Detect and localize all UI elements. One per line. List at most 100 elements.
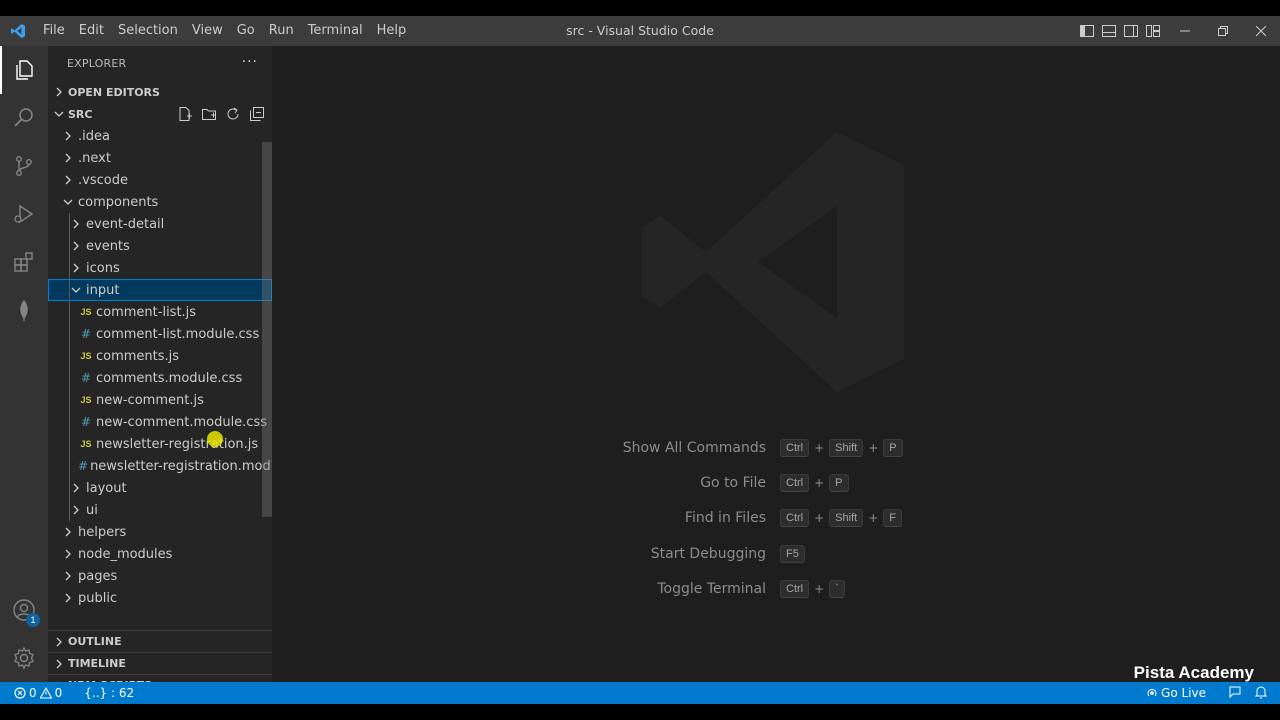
shortcut-label[interactable]: Find in Files: [532, 510, 780, 526]
restore-icon[interactable]: [1204, 16, 1242, 46]
menu-help[interactable]: Help: [370, 16, 414, 46]
keybinding: Ctrl + Shift + F: [780, 509, 902, 528]
section-outline[interactable]: OUTLINE: [48, 630, 272, 652]
toggle-panel-icon[interactable]: [1100, 22, 1118, 40]
minimize-icon[interactable]: [1166, 16, 1204, 46]
tree-folder[interactable]: ui: [48, 499, 272, 521]
collapse-all-icon[interactable]: [248, 105, 266, 123]
run-debug-icon[interactable]: [0, 190, 48, 238]
feedback-icon[interactable]: [1228, 685, 1242, 702]
css-file-icon: #: [78, 459, 89, 473]
explorer-sidebar: EXPLORER ··· OPEN EDITORS SRC .idea .next…: [48, 46, 283, 692]
key-cap: Ctrl: [780, 509, 810, 528]
refresh-icon[interactable]: [224, 105, 242, 123]
chevron-right-icon: [60, 153, 76, 163]
manage-gear-icon[interactable]: [0, 634, 48, 682]
shortcut-row: Toggle Terminal Ctrl + `: [532, 571, 1032, 606]
tree-item-label: .next: [78, 150, 111, 166]
src-section[interactable]: SRC: [48, 103, 272, 125]
tree-folder[interactable]: .next: [48, 147, 272, 169]
tree-folder[interactable]: input: [48, 279, 272, 301]
tree-file[interactable]: JS comment-list.js: [48, 301, 272, 323]
tree-item-label: comments.js: [96, 348, 180, 364]
shortcut-label[interactable]: Start Debugging: [532, 546, 780, 562]
tree-file[interactable]: JS comments.js: [48, 345, 272, 367]
toggle-secondary-sidebar-icon[interactable]: [1122, 22, 1140, 40]
customize-layout-icon[interactable]: [1144, 22, 1162, 40]
vscode-window: File Edit Selection View Go Run Terminal Help s…: [0, 16, 1280, 704]
key-plus: +: [868, 511, 879, 526]
search-icon[interactable]: [0, 94, 48, 142]
keybinding: Ctrl + Shift + P: [780, 438, 903, 457]
broadcast-icon: [1147, 688, 1157, 697]
chevron-right-icon: [60, 549, 76, 559]
indent-guide: [69, 499, 70, 521]
shortcut-label[interactable]: Go to File: [532, 475, 780, 491]
status-bar: 0 0 {..} : 62 Go Live: [0, 682, 1280, 704]
menu-terminal[interactable]: Terminal: [301, 16, 370, 46]
tree-file[interactable]: JS new-comment.js: [48, 389, 272, 411]
chevron-down-icon: [68, 286, 84, 294]
tree-folder[interactable]: public: [48, 587, 272, 609]
tree-item-label: helpers: [78, 524, 127, 540]
indent-guide: [69, 411, 70, 433]
explorer-scrollbar[interactable]: [262, 142, 272, 517]
open-editors-section[interactable]: OPEN EDITORS: [48, 81, 272, 103]
new-folder-icon[interactable]: [200, 105, 218, 123]
tree-folder[interactable]: components: [48, 191, 272, 213]
more-actions-icon[interactable]: ···: [242, 54, 258, 70]
tree-file[interactable]: # comment-list.module.css: [48, 323, 272, 345]
menu-bar: File Edit Selection View Go Run Terminal Help: [36, 16, 413, 46]
tree-folder[interactable]: .vscode: [48, 169, 272, 191]
tree-folder[interactable]: events: [48, 235, 272, 257]
indent-guide: [69, 323, 70, 345]
go-live-label: Go Live: [1161, 686, 1206, 700]
tree-item-label: pages: [78, 568, 118, 584]
tree-file[interactable]: # newsletter-registration.mod...: [48, 455, 283, 477]
indent-guide: [69, 389, 70, 411]
css-file-icon: #: [80, 371, 92, 385]
extensions-icon[interactable]: [0, 238, 48, 286]
key-plus: +: [814, 581, 825, 596]
cursor-position[interactable]: {..} : 62: [84, 686, 134, 700]
shortcut-label[interactable]: Toggle Terminal: [532, 581, 780, 597]
problems-indicator[interactable]: 0 0: [14, 686, 62, 700]
shortcut-label[interactable]: Show All Commands: [532, 440, 780, 456]
menu-file[interactable]: File: [36, 16, 72, 46]
menu-go[interactable]: Go: [230, 16, 262, 46]
accounts-icon[interactable]: 1: [0, 586, 48, 634]
tree-folder[interactable]: icons: [48, 257, 272, 279]
window-controls: [1166, 16, 1280, 46]
key-plus: +: [814, 475, 825, 490]
tree-file[interactable]: # comments.module.css: [48, 367, 272, 389]
menu-edit[interactable]: Edit: [72, 16, 111, 46]
explorer-header: EXPLORER ···: [48, 46, 272, 81]
tree-folder[interactable]: helpers: [48, 521, 272, 543]
src-label: SRC: [68, 107, 93, 121]
tree-folder[interactable]: node_modules: [48, 543, 272, 565]
tree-folder[interactable]: pages: [48, 565, 272, 587]
close-icon[interactable]: [1242, 16, 1280, 46]
indent-guide: [69, 279, 70, 301]
toggle-primary-sidebar-icon[interactable]: [1078, 22, 1096, 40]
tree-folder[interactable]: event-detail: [48, 213, 272, 235]
indent-guide: [69, 213, 70, 235]
section-timeline[interactable]: TIMELINE: [48, 652, 272, 674]
tree-file[interactable]: # new-comment.module.css: [48, 411, 272, 433]
explorer-icon[interactable]: [0, 46, 48, 94]
tree-item-label: comment-list.module.css: [96, 326, 260, 342]
error-count: 0: [29, 686, 37, 700]
section-label: TIMELINE: [68, 657, 126, 670]
menu-view[interactable]: View: [185, 16, 230, 46]
tree-file[interactable]: JS newsletter-registration.js: [48, 433, 272, 455]
menu-selection[interactable]: Selection: [111, 16, 185, 46]
menu-run[interactable]: Run: [262, 16, 301, 46]
mongodb-icon[interactable]: [0, 286, 48, 334]
tree-item-label: node_modules: [78, 546, 173, 562]
source-control-icon[interactable]: [0, 142, 48, 190]
go-live-button[interactable]: Go Live: [1146, 686, 1206, 700]
notifications-bell-icon[interactable]: [1254, 685, 1268, 702]
new-file-icon[interactable]: [176, 105, 194, 123]
tree-folder[interactable]: .idea: [48, 125, 272, 147]
tree-folder[interactable]: layout: [48, 477, 272, 499]
